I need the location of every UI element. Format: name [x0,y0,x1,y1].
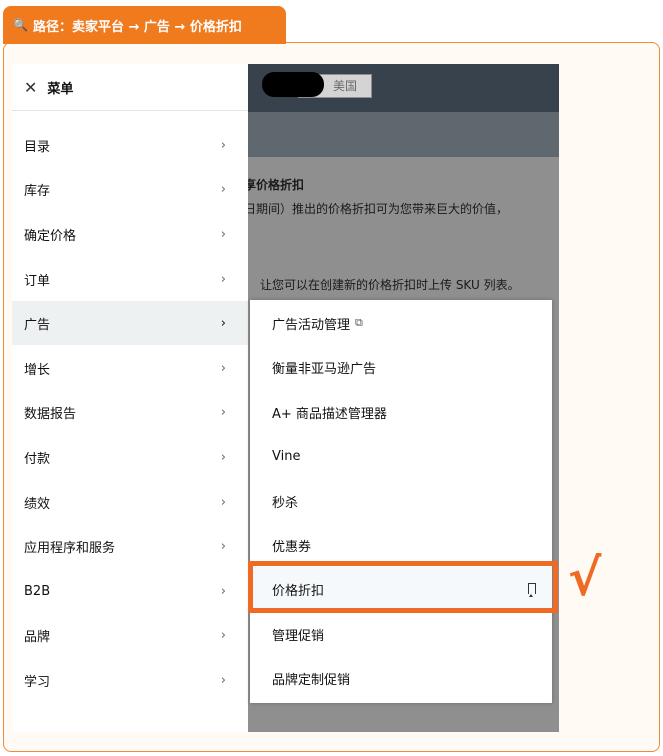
submenu-item-manage-promotions[interactable]: 管理促销 [250,612,552,656]
submenu-item-campaign-manager[interactable]: 广告活动管理 ⧉ [250,301,552,345]
submenu-item-lightning-deals[interactable]: 秒杀 [250,479,552,523]
checkmark-icon: √ [568,549,602,607]
submenu-item-label: 管理促销 [272,628,325,644]
menu-item-label: B2B [24,583,51,599]
menu-item-label: 绩效 [24,496,51,512]
path-tag: 🔍 路径：卖家平台 → 广告 → 价格折扣 [3,6,286,44]
submenu-item-vine[interactable]: Vine [250,434,552,478]
menu-item-b2b[interactable]: B2B › [12,569,248,613]
menu-item-label: 目录 [24,139,51,155]
chevron-right-icon: › [220,449,226,465]
submenu-item-brand-tailored-promotions[interactable]: 品牌定制促销 [250,656,552,700]
submenu-item-label: 衡量非亚马逊广告 [272,361,377,377]
menu-item-pricing[interactable]: 确定价格 › [12,212,248,256]
menu-item-brands[interactable]: 品牌 › [12,613,248,657]
chevron-right-icon: › [220,271,226,287]
menu-item-label: 库存 [24,183,51,199]
submenu-item-label: Vine [272,448,301,464]
menu-item-catalog[interactable]: 目录 › [12,123,248,167]
menu-item-label: 付款 [24,451,51,467]
menu-item-advertising[interactable]: 广告 › [12,301,248,345]
menu-item-inventory[interactable]: 库存 › [12,167,248,211]
highlight-box [248,561,558,613]
region-label: 美国 [333,79,358,93]
menu-item-label: 数据报告 [24,406,77,422]
menu-title: 菜单 [47,81,74,97]
submenu-item-label: 广告活动管理 [272,317,351,333]
menu-item-label: 品牌 [24,629,51,645]
magnifier-icon: 🔍 [13,18,28,32]
menu-item-reports[interactable]: 数据报告 › [12,390,248,434]
submenu-item-label: 优惠券 [272,539,312,555]
submenu-item-label: 品牌定制促销 [272,672,351,688]
menu-item-label: 应用程序和服务 [24,540,116,556]
page-header-band [248,112,559,157]
external-link-icon: ⧉ [355,316,363,329]
chevron-right-icon: › [220,494,226,510]
menu-item-performance[interactable]: 绩效 › [12,480,248,524]
menu-item-payments[interactable]: 付款 › [12,435,248,479]
menu-header: ✕ 菜单 [12,64,248,111]
chevron-right-icon: › [220,404,226,420]
bg-heading: 享价格折扣 [244,178,305,192]
side-menu: ✕ 菜单 目录 › 库存 › 确定价格 › 订单 › 广告 › 增长 › 数据报告 › 付款 ›… [12,64,248,732]
chevron-right-icon: › [220,627,226,643]
menu-item-label: 确定价格 [24,228,77,244]
screenshot-area: 美国 享价格折扣 日期间）推出的价格折扣可为您带来巨大的价值， 让您可以在创建新… [12,64,559,732]
submenu-item-label: 秒杀 [272,495,299,511]
chevron-right-icon: › [220,672,226,688]
menu-item-orders[interactable]: 订单 › [12,257,248,301]
path-text: 路径：卖家平台 → 广告 → 价格折扣 [32,19,242,35]
advertising-submenu: 广告活动管理 ⧉ 衡量非亚马逊广告 A+ 商品描述管理器 Vine 秒杀 优惠券 … [250,300,552,703]
submenu-item-label: A+ 商品描述管理器 [272,406,387,422]
menu-item-label: 学习 [24,674,51,690]
menu-item-label: 增长 [24,362,51,378]
menu-item-apps-services[interactable]: 应用程序和服务 › [12,524,248,568]
menu-item-label: 广告 [24,317,51,333]
menu-item-learn[interactable]: 学习 › [12,658,248,702]
bg-paragraph-2: 让您可以在创建新的价格折扣时上传 SKU 列表。 [260,278,520,292]
close-icon[interactable]: ✕ [24,78,37,97]
redacted-account [262,72,324,97]
chevron-right-icon: › [220,360,226,376]
bg-paragraph: 日期间）推出的价格折扣可为您带来巨大的价值， [244,202,509,216]
submenu-item-a-plus-content-manager[interactable]: A+ 商品描述管理器 [250,390,552,434]
chevron-right-icon: › [220,538,226,554]
chevron-right-icon: › [220,315,226,331]
chevron-right-icon: › [220,583,226,599]
chevron-right-icon: › [220,137,226,153]
menu-item-label: 订单 [24,273,51,289]
submenu-item-measure-non-amazon-ads[interactable]: 衡量非亚马逊广告 [250,345,552,389]
chevron-right-icon: › [220,181,226,197]
chevron-right-icon: › [220,226,226,242]
menu-item-growth[interactable]: 增长 › [12,346,248,390]
